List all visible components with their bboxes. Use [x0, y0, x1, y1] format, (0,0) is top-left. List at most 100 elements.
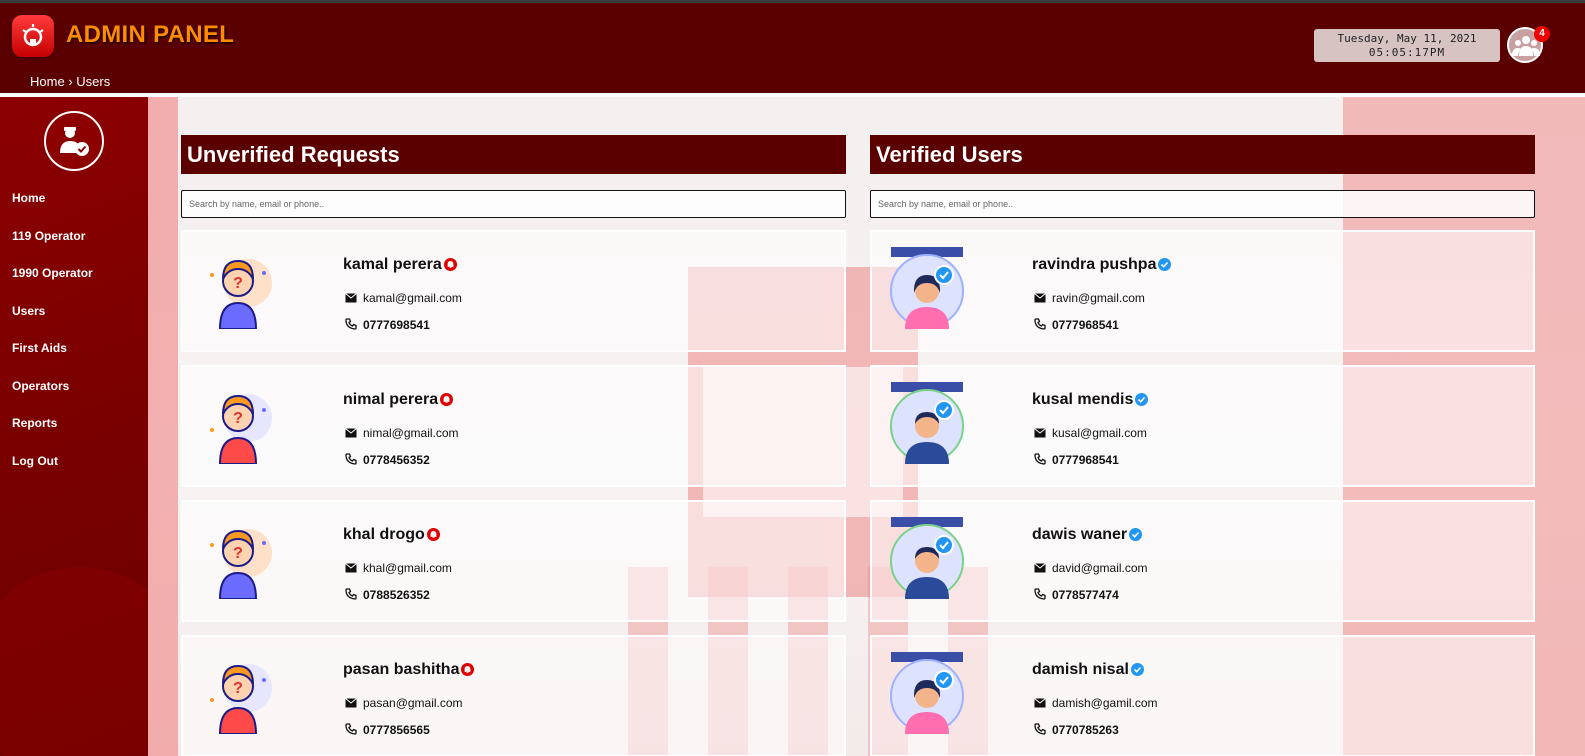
- current-date: Tuesday, May 11, 2021: [1337, 32, 1477, 45]
- verified-user-card[interactable]: damish nisal damish@gamil.com 0770785263: [870, 635, 1535, 756]
- notification-badge: 4: [1534, 26, 1550, 42]
- alarm-siren-icon: [22, 24, 44, 47]
- user-phone: 0778577474: [1034, 588, 1119, 602]
- user-phone-text: 0777968541: [1052, 318, 1119, 332]
- sidebar-item-119-operator[interactable]: 119 Operator: [0, 227, 148, 265]
- sidebar-item-home[interactable]: Home: [0, 189, 148, 227]
- unverified-user-card[interactable]: ? pasan bashitha pasan@gmail.com 0777856…: [181, 635, 846, 756]
- user-phone-text: 0777698541: [363, 318, 430, 332]
- user-name: ravindra pushpa: [1032, 256, 1172, 274]
- alert-bell-icon: [461, 663, 475, 677]
- phone-icon: [345, 723, 357, 735]
- check-badge-icon: [1158, 258, 1172, 272]
- envelope-icon: [345, 428, 357, 438]
- user-email-text: nimal@gmail.com: [363, 426, 459, 440]
- user-phone: 0778456352: [345, 453, 430, 467]
- user-email-text: pasan@gmail.com: [363, 696, 463, 710]
- user-name-text: kusal mendis: [1032, 391, 1134, 408]
- user-email-text: david@gmail.com: [1052, 561, 1148, 575]
- sidebar-nav: Home 119 Operator 1990 Operator Users Fi…: [0, 189, 148, 489]
- sidebar: Home 119 Operator 1990 Operator Users Fi…: [0, 97, 148, 756]
- phone-icon: [345, 588, 357, 600]
- verified-user-avatar-icon: [890, 652, 964, 734]
- breadcrumb-home[interactable]: Home: [30, 74, 65, 89]
- verified-user-avatar-icon: [890, 382, 964, 464]
- unverified-user-card[interactable]: ? kamal perera kamal@gmail.com 077769854…: [181, 230, 846, 352]
- user-email-text: kamal@gmail.com: [363, 291, 462, 305]
- unverified-search-input[interactable]: [181, 190, 846, 218]
- breadcrumb-current: Users: [76, 74, 111, 89]
- user-name-text: pasan bashitha: [343, 661, 460, 678]
- user-phone: 0777968541: [1034, 318, 1119, 332]
- sidebar-item-log-out[interactable]: Log Out: [0, 452, 148, 490]
- verified-user-avatar-icon: [890, 517, 964, 599]
- user-name-text: ravindra pushpa: [1032, 256, 1157, 273]
- top-header: ADMIN PANEL Home › Users Tuesday, May 11…: [0, 3, 1585, 95]
- sidebar-item-first-aids[interactable]: First Aids: [0, 339, 148, 377]
- envelope-icon: [1034, 563, 1046, 573]
- user-phone: 0777968541: [1034, 453, 1119, 467]
- unverified-user-card[interactable]: ? khal drogo khal@gmail.com 0788526352: [181, 500, 846, 622]
- user-email: khal@gmail.com: [345, 561, 452, 575]
- current-time: 05:05:17PM: [1368, 46, 1446, 59]
- user-name-text: kamal perera: [343, 256, 442, 273]
- user-email-text: khal@gmail.com: [363, 561, 452, 575]
- datetime-display: Tuesday, May 11, 2021 05:05:17PM: [1314, 29, 1500, 62]
- verified-title: Verified Users: [870, 135, 1535, 174]
- verified-user-card[interactable]: ravindra pushpa ravin@gmail.com 07779685…: [870, 230, 1535, 352]
- user-name: kamal perera: [343, 256, 457, 274]
- unknown-user-avatar-icon: ?: [210, 259, 272, 329]
- app-logo[interactable]: [12, 15, 54, 57]
- verified-user-card[interactable]: kusal mendis kusal@gmail.com 0777968541: [870, 365, 1535, 487]
- breadcrumb: Home › Users: [30, 74, 110, 89]
- sidebar-item-users[interactable]: Users: [0, 302, 148, 340]
- user-phone-text: 0777856565: [363, 723, 430, 737]
- sidebar-item-reports[interactable]: Reports: [0, 414, 148, 452]
- verified-user-avatar-icon: [890, 247, 964, 329]
- user-phone: 0788526352: [345, 588, 430, 602]
- user-name-text: nimal perera: [343, 391, 439, 408]
- sidebar-decoration: [0, 567, 148, 756]
- user-name-text: damish nisal: [1032, 661, 1129, 678]
- unknown-user-avatar-icon: ?: [210, 664, 272, 734]
- unknown-user-avatar-icon: ?: [210, 529, 272, 599]
- user-name-text: khal drogo: [343, 526, 425, 543]
- user-phone-text: 0788526352: [363, 588, 430, 602]
- phone-icon: [1034, 723, 1046, 735]
- verified-users-panel: Verified Users ravindra pushpa ravin@gma…: [870, 135, 1535, 756]
- admin-avatar: [44, 111, 104, 171]
- user-name: damish nisal: [1032, 661, 1144, 679]
- unverified-requests-panel: Unverified Requests ? kamal perera kamal…: [181, 135, 846, 756]
- user-phone-text: 0777968541: [1052, 453, 1119, 467]
- alert-bell-icon: [443, 258, 457, 272]
- user-name: nimal perera: [343, 391, 454, 409]
- svg-text:?: ?: [233, 410, 243, 427]
- user-phone: 0777856565: [345, 723, 430, 737]
- phone-icon: [1034, 588, 1046, 600]
- sidebar-item-operators[interactable]: Operators: [0, 377, 148, 415]
- user-phone: 0777698541: [345, 318, 430, 332]
- svg-text:?: ?: [233, 680, 243, 697]
- sidebar-item-1990-operator[interactable]: 1990 Operator: [0, 264, 148, 302]
- user-name-text: dawis waner: [1032, 526, 1128, 543]
- alert-bell-icon: [426, 528, 440, 542]
- verified-search-input[interactable]: [870, 190, 1535, 218]
- envelope-icon: [345, 563, 357, 573]
- unverified-user-card[interactable]: ? nimal perera nimal@gmail.com 077845635…: [181, 365, 846, 487]
- user-phone: 0770785263: [1034, 723, 1119, 737]
- user-email: nimal@gmail.com: [345, 426, 459, 440]
- user-email: damish@gamil.com: [1034, 696, 1158, 710]
- user-name: kusal mendis: [1032, 391, 1149, 409]
- phone-icon: [345, 453, 357, 465]
- app-title: ADMIN PANEL: [66, 21, 235, 48]
- user-check-icon: [60, 127, 89, 156]
- user-email: kusal@gmail.com: [1034, 426, 1147, 440]
- user-email: ravin@gmail.com: [1034, 291, 1145, 305]
- user-email-text: ravin@gmail.com: [1052, 291, 1145, 305]
- svg-text:?: ?: [233, 545, 243, 562]
- main-content: Unverified Requests ? kamal perera kamal…: [148, 97, 1585, 756]
- check-badge-icon: [1130, 663, 1144, 677]
- user-name: dawis waner: [1032, 526, 1143, 544]
- user-email-text: kusal@gmail.com: [1052, 426, 1147, 440]
- verified-user-card[interactable]: dawis waner david@gmail.com 0778577474: [870, 500, 1535, 622]
